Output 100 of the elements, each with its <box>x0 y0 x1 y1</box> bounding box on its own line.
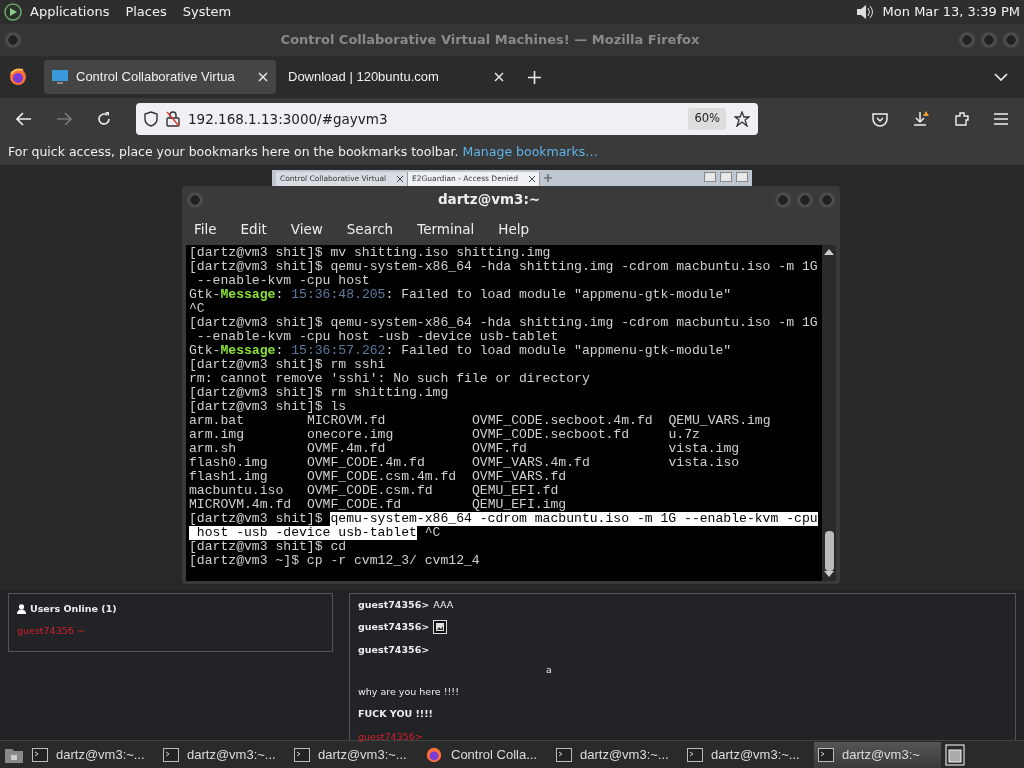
insecure-lock-icon[interactable] <box>166 111 180 127</box>
terminal-text: arm.bat <box>189 414 245 428</box>
close-button[interactable] <box>736 172 748 182</box>
user-icon <box>17 604 26 615</box>
terminal-text: 15:36:48.205 <box>291 288 386 302</box>
taskbar-item[interactable]: dartz@vm3:~... <box>683 741 810 768</box>
chat-username: guest74356> <box>358 598 430 612</box>
terminal-text: onecore.img <box>306 428 395 442</box>
terminal-text: MICROVM.4m.fd <box>189 498 293 512</box>
terminal-text: OVMF_CODE.secboot.fd <box>471 428 631 442</box>
monitor-icon <box>52 70 68 84</box>
maximize-button[interactable] <box>720 172 732 182</box>
extensions-icon[interactable] <box>954 111 970 127</box>
chat-message: a <box>546 662 553 677</box>
taskbar-item[interactable]: dartz@vm3:~... <box>290 741 417 768</box>
chat-username: guest74356> <box>358 642 430 657</box>
terminal-text: [dartz@vm3 ~]$ cp -r cvm12_3/ cvm12_4 <box>189 554 480 568</box>
terminal-text: host -usb -device usb-tablet <box>189 526 417 540</box>
chevron-down-icon[interactable] <box>994 72 1008 82</box>
terminal-text: OVMF_CODE.csm.fd <box>306 484 434 498</box>
terminal-text: : Failed to load module "appmenu-gtk-module" <box>385 288 732 302</box>
chat-username: guest74356> <box>358 620 430 635</box>
terminal-text: OVMF.fd <box>471 442 528 456</box>
terminal-icon <box>32 747 48 762</box>
terminal-text: OVMF_CODE.4m.fd <box>306 456 426 470</box>
terminal-text: OVMF_VARS.4m.fd <box>471 456 591 470</box>
browser-tab[interactable]: Control Collaborative Virtua <box>44 60 276 94</box>
menu-item[interactable]: File <box>194 218 217 240</box>
taskbar-item[interactable]: Control Colla... <box>421 741 548 768</box>
terminal-text: : Failed to load module "appmenu-gtk-module" <box>385 344 732 358</box>
shield-icon[interactable] <box>144 111 158 127</box>
browser-logo-icon <box>425 745 443 764</box>
taskbar-item[interactable]: dartz@vm3:~... <box>28 741 155 768</box>
chat-message: why are you here !!!! <box>358 685 459 699</box>
taskbar-item[interactable]: dartz@vm3:~ <box>814 741 941 768</box>
minimize-button[interactable] <box>704 172 716 182</box>
reload-icon[interactable] <box>96 111 112 127</box>
scroll-up-icon[interactable] <box>824 249 834 255</box>
terminal-text: rm: cannot remove 'sshi': No such file or directory <box>189 372 590 386</box>
terminal-text: QEMU_VARS.img <box>668 414 772 428</box>
terminal-text: Gtk- <box>189 288 221 302</box>
terminal-text: [dartz@vm3 shit]$ qemu-system-x86_64 -hda shitting.img -cdrom macbuntu.iso -m 1G <box>189 260 818 274</box>
chat-message: FUCK YOU !!!! <box>358 707 433 722</box>
terminal-text: [dartz@vm3 shit]$ cd <box>189 540 347 554</box>
show-desktop-icon[interactable] <box>945 743 965 766</box>
taskbar-item[interactable]: dartz@vm3:~... <box>159 741 286 768</box>
terminal-text: vista.img <box>668 442 741 456</box>
back-icon[interactable] <box>16 112 32 126</box>
taskbar-item[interactable]: dartz@vm3:~... <box>552 741 679 768</box>
distro-logo-icon[interactable] <box>4 3 22 21</box>
terminal-text: OVMF_VARS.fd <box>471 470 568 484</box>
window-title: Control Collaborative Virtual Machines! — Mozilla Firefox <box>279 31 701 50</box>
close-icon[interactable] <box>397 176 403 182</box>
terminal-text: ^C <box>423 526 441 540</box>
image-icon[interactable] <box>433 620 448 635</box>
url-field[interactable]: 192.168.1.13:3000/#gayvm3 <box>188 108 681 130</box>
terminal-text: [dartz@vm3 shit]$ rm sshi <box>189 358 386 372</box>
terminal-text: [dartz@vm3 shit]$ mv shitting.iso shitting.img <box>189 246 551 260</box>
terminal-icon <box>556 747 572 762</box>
terminal-text: 15:36:57.262 <box>291 344 386 358</box>
menu-item[interactable]: Edit <box>240 218 267 240</box>
pocket-icon[interactable] <box>872 111 888 127</box>
terminal-text: OVMF_CODE.csm.4m.fd <box>306 470 458 484</box>
terminal-text: qemu-system-x86_64 -cdrom macbuntu.iso -m 1G --enable-kvm -cpu <box>330 512 818 526</box>
terminal-text: [dartz@vm3 shit]$ <box>189 512 324 526</box>
terminal-text: QEMU_EFI.fd <box>471 484 560 498</box>
terminal-text: [dartz@vm3 shit]$ rm shitting.img <box>189 386 449 400</box>
browser-tab[interactable]: Download | 120buntu.com <box>280 60 512 94</box>
star-icon[interactable] <box>734 111 750 127</box>
menu-item[interactable]: Search <box>346 218 394 240</box>
menu-item[interactable]: Terminal <box>417 218 475 240</box>
terminal-text: QEMU_EFI.img <box>471 498 568 512</box>
terminal-text: OVMF_CODE.fd <box>306 498 403 512</box>
browser-logo-icon[interactable] <box>8 67 28 87</box>
menu-item[interactable]: System <box>182 2 232 22</box>
terminal-text: Message <box>220 344 276 358</box>
terminal-text: vista.iso <box>668 456 741 470</box>
bookmarks-hint: For quick access, place your bookmarks here on the bookmarks toolbar. <box>8 143 459 162</box>
terminal-icon <box>294 747 310 762</box>
scrollbar[interactable] <box>822 245 836 581</box>
menu-item[interactable]: View <box>290 218 323 240</box>
terminal-text: MICROVM.fd <box>306 414 387 428</box>
manage-bookmarks-link[interactable]: Manage bookmarks… <box>462 143 598 162</box>
menu-icon[interactable] <box>994 113 1008 125</box>
terminal-text: : <box>275 344 285 358</box>
menu-item[interactable]: Applications <box>30 2 110 22</box>
download-icon[interactable] <box>912 110 930 128</box>
menu-item[interactable]: Help <box>498 218 530 240</box>
terminal-text: : <box>275 288 285 302</box>
close-icon[interactable] <box>529 176 535 182</box>
terminal-text: [dartz@vm3 shit]$ qemu-system-x86_64 -hda shitting.img -cdrom macbuntu.iso -m 1G <box>189 316 818 330</box>
terminal-icon <box>687 747 703 762</box>
zoom-level-button[interactable]: 60% <box>688 108 726 130</box>
terminal-text: --enable-kvm -cpu host -usb -device usb-tablet <box>195 330 559 344</box>
terminal-icon <box>818 747 834 762</box>
clock[interactable]: Mon Mar 13, 3:39 PM <box>882 2 1020 22</box>
terminal-text: Message <box>220 288 276 302</box>
menu-item[interactable]: Places <box>125 2 167 22</box>
volume-icon[interactable] <box>854 3 875 21</box>
scrollbar-thumb[interactable] <box>824 531 834 571</box>
